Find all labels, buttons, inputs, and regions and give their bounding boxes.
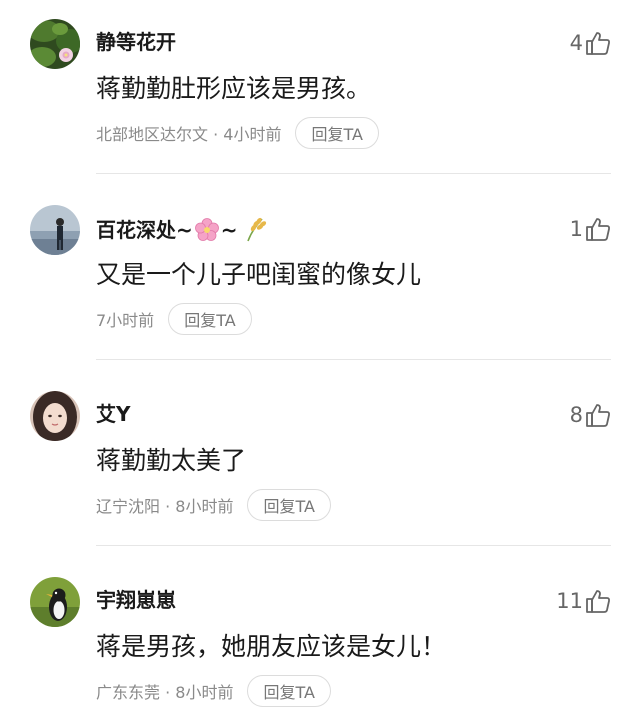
like-count: 11 — [556, 589, 583, 613]
username[interactable]: 艾Y — [96, 402, 130, 426]
username[interactable]: 百花深处~ ~ — [96, 216, 268, 247]
avatar[interactable] — [30, 19, 80, 69]
username-text: 百花深处~ — [96, 218, 193, 242]
avatar[interactable] — [30, 391, 80, 441]
cherry-blossom-icon — [194, 218, 219, 247]
username-suffix: ~ — [220, 218, 238, 242]
location-time: 7小时前 — [96, 311, 155, 330]
username[interactable]: 静等花开 — [96, 30, 176, 54]
thumbs-up-icon[interactable] — [585, 402, 611, 428]
location-time: 辽宁沈阳 · 8小时前 — [96, 497, 234, 516]
thumbs-up-icon[interactable] — [585, 588, 611, 614]
reply-button[interactable]: 回复TA — [168, 303, 252, 335]
comment-meta: 辽宁沈阳 · 8小时前 回复TA — [96, 489, 331, 521]
like-button[interactable]: 4 — [570, 28, 611, 58]
reply-button[interactable]: 回复TA — [247, 675, 331, 707]
comment-list: 静等花开 4 蒋勤勤肚形应该是男孩。 北部地区达尔文 · 4小时前 回复TA 百… — [0, 0, 641, 720]
like-button[interactable]: 8 — [570, 400, 611, 430]
reply-button[interactable]: 回复TA — [295, 117, 379, 149]
comment-text: 蒋是男孩，她朋友应该是女儿！ — [96, 632, 447, 661]
like-button[interactable]: 11 — [556, 586, 611, 616]
like-button[interactable]: 1 — [570, 214, 611, 244]
comment-text: 又是一个儿子吧闺蜜的像女儿 — [96, 260, 422, 289]
avatar[interactable] — [30, 577, 80, 627]
divider — [96, 173, 611, 174]
reply-button[interactable]: 回复TA — [247, 489, 331, 521]
location-time: 广东东莞 · 8小时前 — [96, 683, 234, 702]
username[interactable]: 宇翔崽崽 — [96, 588, 176, 612]
divider — [96, 545, 611, 546]
like-count: 8 — [569, 403, 583, 427]
like-count: 1 — [569, 217, 583, 241]
location-time: 北部地区达尔文 · 4小时前 — [96, 125, 282, 144]
comment-text: 蒋勤勤肚形应该是男孩。 — [96, 74, 372, 103]
like-count: 4 — [569, 31, 583, 55]
comment-meta: 7小时前 回复TA — [96, 303, 252, 335]
avatar[interactable] — [30, 205, 80, 255]
comment-text: 蒋勤勤太美了 — [96, 446, 247, 475]
rice-ear-icon — [244, 216, 268, 247]
comment-meta: 北部地区达尔文 · 4小时前 回复TA — [96, 117, 379, 149]
thumbs-up-icon[interactable] — [585, 216, 611, 242]
divider — [96, 359, 611, 360]
thumbs-up-icon[interactable] — [585, 30, 611, 56]
comment-meta: 广东东莞 · 8小时前 回复TA — [96, 675, 331, 707]
